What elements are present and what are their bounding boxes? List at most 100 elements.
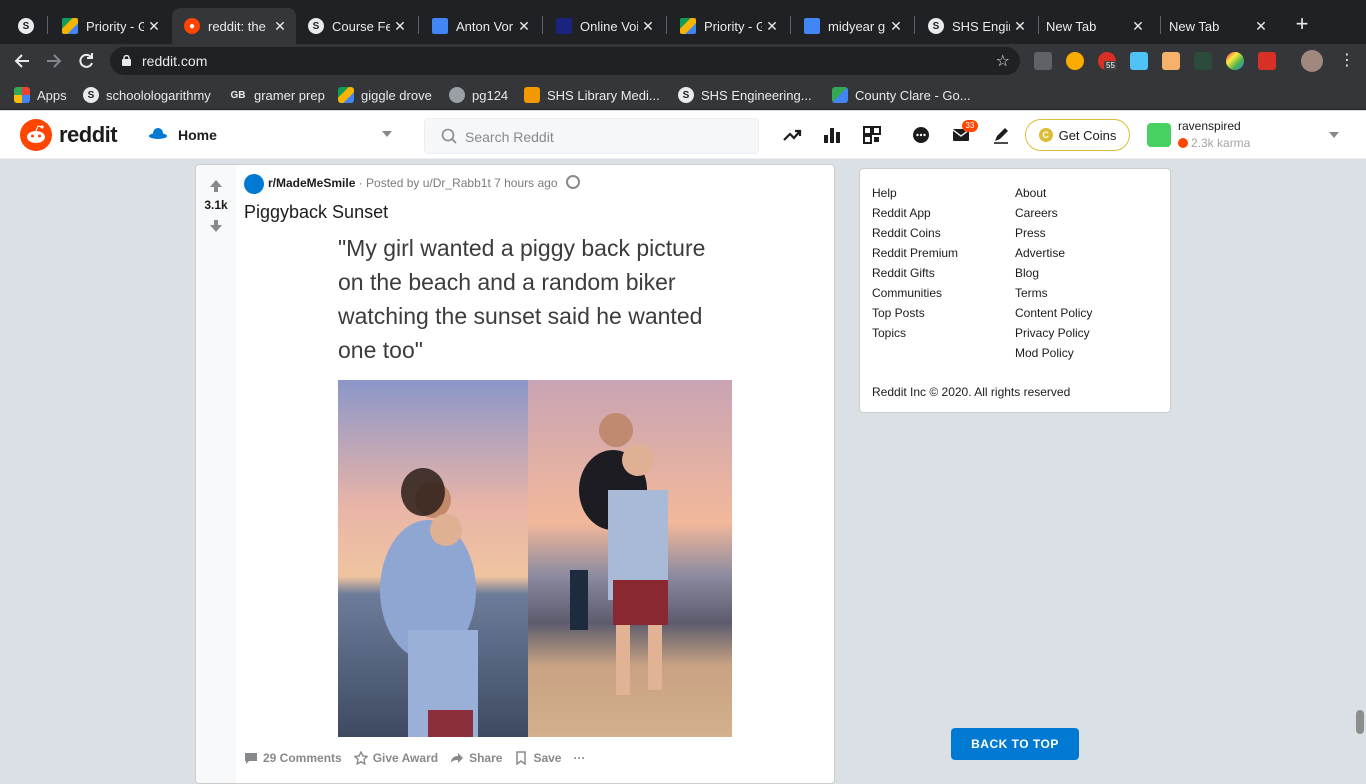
footer-link[interactable]: Content Policy <box>1015 303 1092 323</box>
give-award-button[interactable]: Give Award <box>353 751 438 765</box>
reddit-wordmark[interactable]: reddit <box>59 122 118 148</box>
karma-display: 2.3k karma <box>1178 136 1250 150</box>
browser-tab[interactable]: Priority - G ✕ <box>50 8 170 44</box>
post-title[interactable]: Piggyback Sunset <box>244 202 388 223</box>
footer-link[interactable]: Top Posts <box>872 303 958 323</box>
browser-tab[interactable]: S SHS Engin ✕ <box>916 8 1036 44</box>
browser-tab-active[interactable]: ● reddit: the ✕ <box>172 8 296 44</box>
bookmark-star-icon[interactable]: ☆ <box>996 51 1010 71</box>
upvote-icon[interactable] <box>208 178 224 194</box>
new-tab-button[interactable]: + <box>1290 12 1314 36</box>
close-icon[interactable]: ✕ <box>1128 18 1148 35</box>
bookmark-shs-library[interactable]: SHS Library Medi... <box>524 86 660 104</box>
crx-extension-icon[interactable] <box>1034 52 1052 70</box>
footer-link[interactable]: Help <box>872 183 958 203</box>
footer-link[interactable]: Communities <box>872 283 958 303</box>
get-coins-button[interactable]: C Get Coins <box>1025 119 1130 151</box>
footer-link[interactable]: Press <box>1015 223 1092 243</box>
heart-extension-icon[interactable] <box>1258 52 1276 70</box>
menu-icon[interactable]: ⋮ <box>1339 53 1355 69</box>
more-options-button[interactable]: ··· <box>573 751 585 765</box>
footer-link[interactable]: Privacy Policy <box>1015 323 1092 343</box>
browser-tab[interactable]: Anton Vor ✕ <box>420 8 540 44</box>
share-button[interactable]: Share <box>450 751 502 765</box>
downvote-icon[interactable] <box>208 218 224 234</box>
tab-separator <box>790 16 791 34</box>
leaderboard-icon[interactable] <box>822 125 842 145</box>
leaf-extension-icon[interactable] <box>1194 52 1212 70</box>
docs-icon <box>432 18 448 34</box>
footer-link[interactable]: Advertise <box>1015 243 1092 263</box>
browser-tab[interactable]: Online Voi ✕ <box>544 8 664 44</box>
close-icon[interactable]: ✕ <box>270 18 290 35</box>
box-extension-icon[interactable] <box>1162 52 1180 70</box>
trending-icon[interactable] <box>782 125 802 145</box>
browser-tab[interactable]: S Course Fe ✕ <box>296 8 416 44</box>
close-icon[interactable]: ✕ <box>762 18 782 35</box>
user-menu-chevron-icon[interactable] <box>1329 132 1339 138</box>
close-icon[interactable]: ✕ <box>390 18 410 35</box>
browser-tab[interactable]: New Tab ✕ <box>1157 8 1277 44</box>
footer-link[interactable]: Reddit Premium <box>872 243 958 263</box>
browser-tab[interactable]: New Tab ✕ <box>1034 8 1154 44</box>
browser-tab[interactable]: midyear g ✕ <box>792 8 912 44</box>
footer-link[interactable]: Careers <box>1015 203 1092 223</box>
footer-link[interactable]: Mod Policy <box>1015 343 1092 363</box>
drive-icon <box>338 87 354 103</box>
check-extension-icon[interactable] <box>1130 52 1148 70</box>
search-box[interactable] <box>424 118 759 154</box>
rpan-icon[interactable] <box>862 125 882 145</box>
save-button[interactable]: Save <box>514 751 561 765</box>
close-icon[interactable]: ✕ <box>1010 18 1030 35</box>
browser-tab[interactable]: Priority - G ✕ <box>668 8 788 44</box>
address-bar[interactable]: reddit.com ☆ <box>110 47 1020 75</box>
comments-button[interactable]: 29 Comments <box>244 751 342 765</box>
bookmark-shs-engineering[interactable]: S SHS Engineering... <box>678 86 812 104</box>
footer-link[interactable]: Terms <box>1015 283 1092 303</box>
forward-button[interactable] <box>43 50 65 72</box>
footer-link[interactable]: Topics <box>872 323 958 343</box>
adblock-extension-icon[interactable]: 55 <box>1098 52 1117 70</box>
drive-icon <box>680 18 696 34</box>
reload-button[interactable] <box>75 50 97 72</box>
tab-title: New Tab <box>1046 18 1097 34</box>
close-icon[interactable]: ✕ <box>1251 18 1271 35</box>
owl-extension-icon[interactable] <box>1066 52 1084 70</box>
subreddit-link[interactable]: r/MadeMeSmile <box>268 176 355 190</box>
reddit-logo-icon[interactable] <box>20 119 52 151</box>
s-circle-icon: S <box>928 18 944 34</box>
search-input[interactable] <box>465 127 745 147</box>
footer-link[interactable]: Blog <box>1015 263 1092 283</box>
create-post-icon[interactable] <box>991 125 1011 145</box>
footer-link[interactable]: Reddit App <box>872 203 958 223</box>
footer-link[interactable]: Reddit Gifts <box>872 263 958 283</box>
color-extension-icon[interactable] <box>1226 52 1244 70</box>
bookmark-giggle-drove[interactable]: giggle drove <box>338 86 432 104</box>
profile-avatar[interactable] <box>1301 50 1323 72</box>
bookmark-gramer-prep[interactable]: GB gramer prep <box>229 86 325 104</box>
close-icon[interactable]: ✕ <box>514 18 534 35</box>
chat-icon[interactable] <box>911 125 931 145</box>
browser-tab[interactable]: S <box>6 8 46 44</box>
feed-selector-label[interactable]: Home <box>178 127 217 143</box>
footer-link[interactable]: Reddit Coins <box>872 223 958 243</box>
scrollbar-thumb[interactable] <box>1356 710 1364 734</box>
close-icon[interactable]: ✕ <box>638 18 658 35</box>
footer-column-left: Help Reddit App Reddit Coins Reddit Prem… <box>872 183 958 343</box>
bookmark-pg124[interactable]: pg124 <box>449 86 508 104</box>
post-image[interactable] <box>338 380 732 737</box>
back-button[interactable] <box>11 50 33 72</box>
footer-link[interactable]: About <box>1015 183 1092 203</box>
username[interactable]: ravenspired <box>1178 119 1241 133</box>
post-card[interactable]: 3.1k r/MadeMeSmile · Posted by u/Dr_Rabb… <box>195 164 835 784</box>
user-avatar[interactable] <box>1147 123 1171 147</box>
bookmark-label: gramer prep <box>254 87 325 103</box>
bookmark-county-clare[interactable]: County Clare - Go... <box>832 86 971 104</box>
close-icon[interactable]: ✕ <box>886 18 906 35</box>
back-to-top-button[interactable]: BACK TO TOP <box>951 728 1079 760</box>
bookmark-schoology[interactable]: S schoolologarithmy <box>83 86 211 104</box>
bookmark-apps[interactable]: Apps <box>14 86 67 104</box>
close-icon[interactable]: ✕ <box>144 18 164 35</box>
subreddit-icon[interactable] <box>244 174 264 194</box>
chevron-down-icon[interactable] <box>382 131 392 137</box>
